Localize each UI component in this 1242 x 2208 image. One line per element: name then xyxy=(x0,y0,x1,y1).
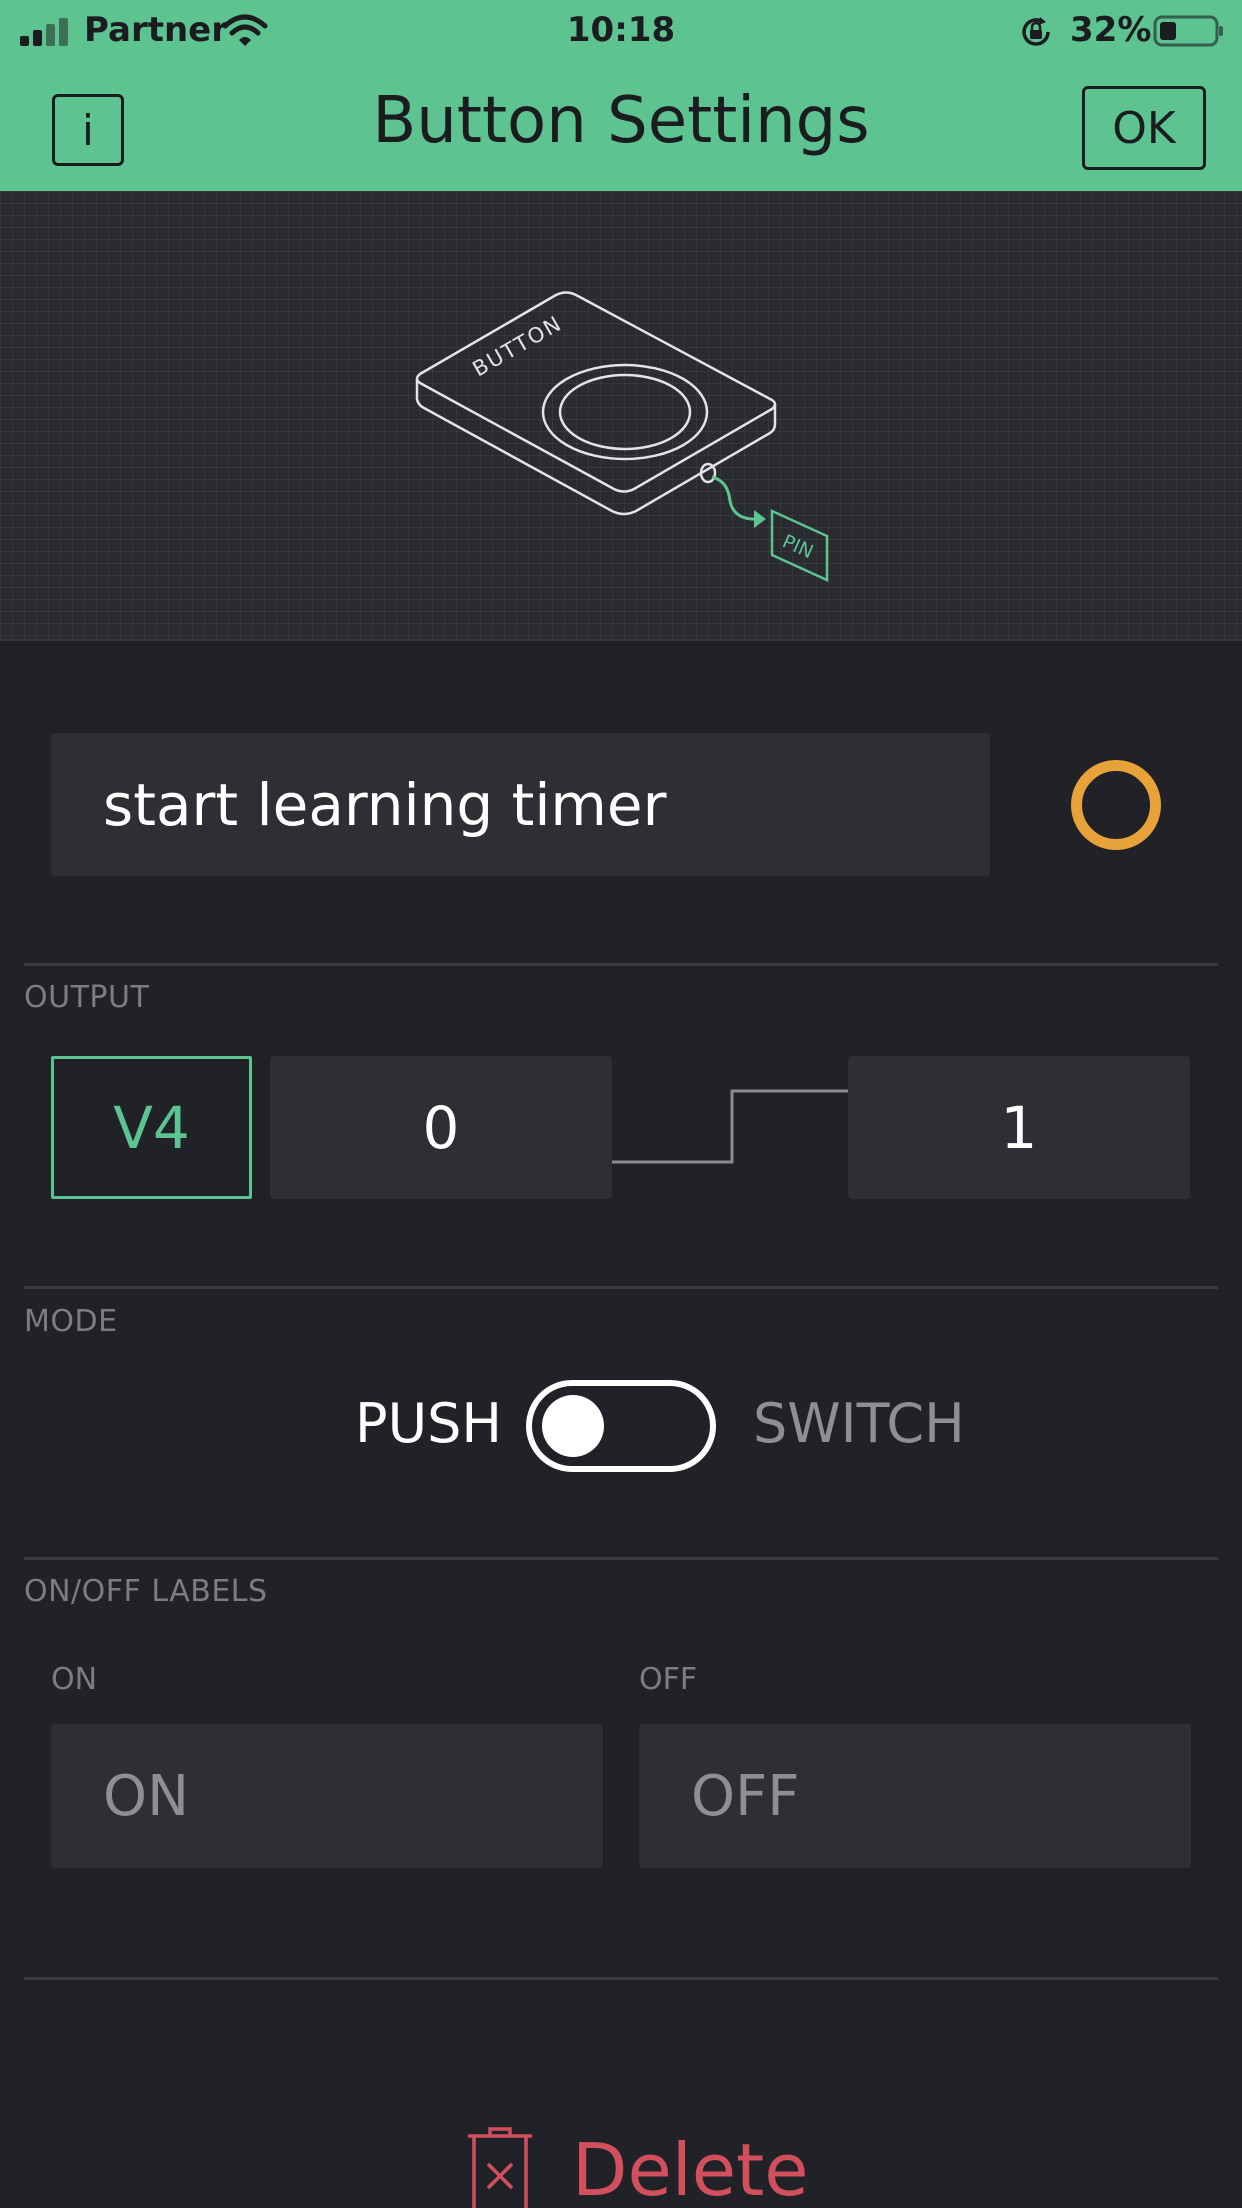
trash-icon[interactable] xyxy=(464,2126,536,2208)
battery-percentage: 32% xyxy=(1070,10,1152,50)
clock: 10:18 xyxy=(566,10,676,50)
page-title: Button Settings xyxy=(372,84,870,158)
widget-name-input[interactable]: start learning timer xyxy=(51,733,990,876)
off-caption: OFF xyxy=(639,1662,698,1697)
battery-icon xyxy=(1153,15,1223,47)
divider xyxy=(24,1977,1218,1980)
step-signal-icon xyxy=(612,1089,848,1164)
on-caption: ON xyxy=(51,1662,98,1697)
pin-selector-button[interactable]: V4 xyxy=(51,1056,252,1199)
top-bar: Partner 10:18 32% i Button Settings OK xyxy=(0,0,1242,191)
button-device-illustration: BUTTON PIN xyxy=(415,291,829,582)
widget-preview: BUTTON PIN xyxy=(0,191,1242,641)
mode-section-label: MODE xyxy=(24,1304,118,1339)
output-section-label: OUTPUT xyxy=(24,980,150,1015)
divider xyxy=(24,1286,1218,1289)
toggle-knob xyxy=(542,1395,604,1457)
delete-button[interactable]: Delete xyxy=(572,2128,809,2208)
mode-push-label[interactable]: PUSH xyxy=(355,1392,502,1455)
divider xyxy=(24,1557,1218,1560)
mode-switch-label[interactable]: SWITCH xyxy=(753,1392,965,1455)
rotation-lock-icon xyxy=(1022,17,1050,46)
ok-button[interactable]: OK xyxy=(1082,86,1206,170)
onoff-section-label: ON/OFF LABELS xyxy=(24,1574,268,1609)
divider xyxy=(24,963,1218,966)
low-value-input[interactable]: 0 xyxy=(270,1056,612,1199)
on-label-input[interactable]: ON xyxy=(51,1724,603,1868)
color-picker-button[interactable] xyxy=(1071,760,1161,850)
high-value-input[interactable]: 1 xyxy=(848,1056,1190,1199)
off-label-input[interactable]: OFF xyxy=(639,1724,1191,1868)
mode-toggle[interactable] xyxy=(526,1380,716,1472)
device-label: BUTTON xyxy=(469,311,567,381)
pin-tag-label: PIN xyxy=(779,530,817,563)
status-bar: Partner 10:18 32% xyxy=(0,0,1242,62)
